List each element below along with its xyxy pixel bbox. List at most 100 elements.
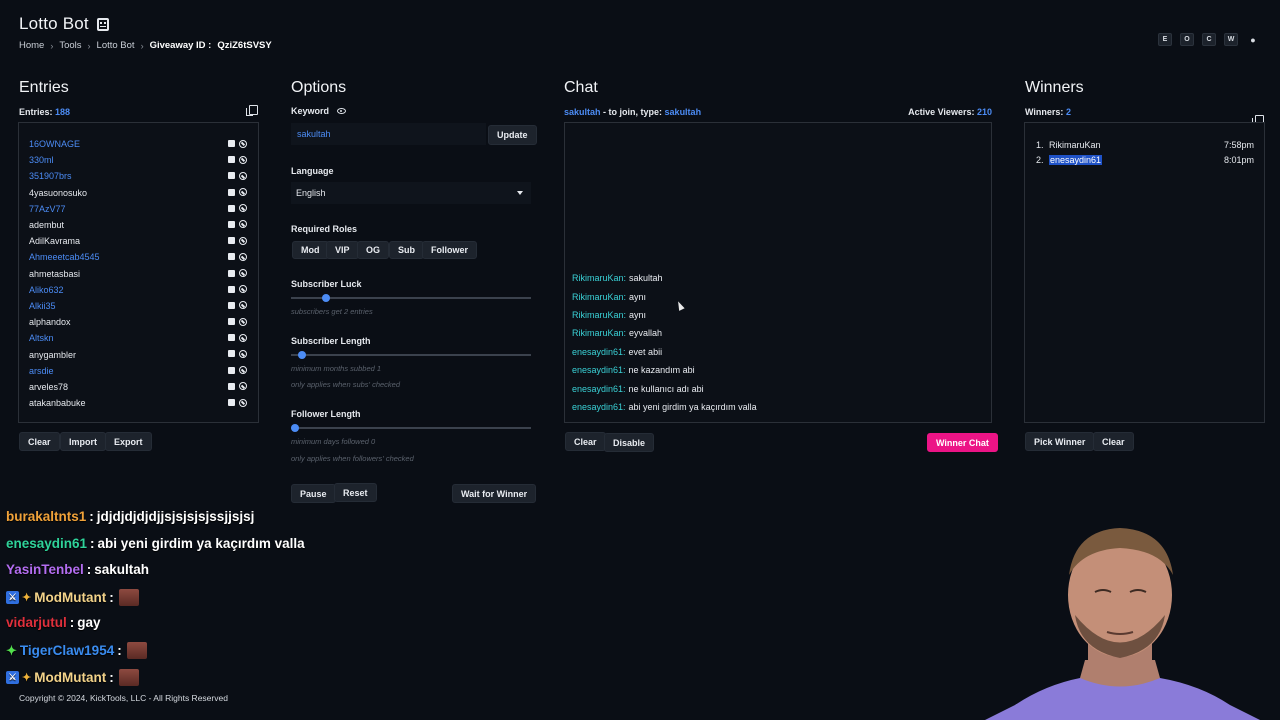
checkbox-icon[interactable] [228,253,235,261]
ban-icon[interactable] [239,333,247,342]
overlay-text: jdjdjdjdjdjjsjsjsjsjssjjsjsj [96,509,255,524]
chat-username[interactable]: enesaydin61: [572,347,626,357]
keyword-input[interactable]: sakultah [291,123,486,145]
breadcrumb-tools[interactable]: Tools [59,40,81,51]
chat-text: abi yeni girdim ya kaçırdım valla [628,401,757,412]
checkbox-icon[interactable] [228,350,235,358]
subscriber-length-slider[interactable] [291,351,531,359]
winners-count-label: Winners: [1025,107,1064,117]
join-text: - to join, type: [603,107,663,117]
chat-username[interactable]: enesaydin61: [572,402,626,412]
w-icon[interactable]: W [1224,33,1238,46]
entry-name: AdilKavrama [29,236,81,247]
chat-message: enesaydin61: abi yeni girdim ya kaçırdım … [572,398,757,416]
winner-name[interactable]: RikimaruKan [1049,140,1101,150]
ban-icon[interactable] [239,188,247,197]
entries-export-button[interactable]: Export [105,432,152,451]
checkbox-icon[interactable] [228,269,235,277]
chat-username[interactable]: enesaydin61: [572,384,626,394]
checkbox-icon[interactable] [228,204,235,212]
entry-name: ahmetasbasi [29,268,81,279]
entries-import-button[interactable]: Import [60,432,106,451]
chat-box[interactable]: RikimaruKan: sakultah RikimaruKan: aynı Riki… [564,122,992,423]
ban-icon[interactable] [239,398,247,407]
chat-username[interactable]: RikimaruKan: [572,273,626,283]
checkbox-icon[interactable] [228,156,235,164]
ban-icon[interactable] [239,155,247,164]
checkbox-icon[interactable] [228,220,235,228]
subscriber-luck-slider[interactable] [291,294,531,302]
subscriber-length-hint-2: only applies when subs' checked [291,380,400,389]
winners-clear-button[interactable]: Clear [1093,432,1134,451]
ban-icon[interactable] [239,317,247,326]
entry-row: alphandox [29,314,258,330]
role-mod-button[interactable]: Mod [292,241,329,259]
checkbox-icon[interactable] [228,188,235,196]
breadcrumb-lotto-bot[interactable]: Lotto Bot [97,40,135,51]
overlay-username: vidarjutul [6,615,67,631]
pause-button[interactable]: Pause [291,484,336,503]
ban-icon[interactable] [239,349,247,358]
chat-username[interactable]: RikimaruKan: [572,328,626,338]
checkbox-icon[interactable] [228,301,235,309]
entry-row: atakanbabuke [29,395,258,411]
entry-name: 330ml [29,155,54,166]
role-vip-button[interactable]: VIP [326,241,359,259]
slider-handle[interactable] [298,351,307,359]
follower-length-slider[interactable] [291,424,531,432]
winner-chat-button[interactable]: Winner Chat [927,433,998,452]
overlay-chat-line: burakaltnts1: jdjdjdjdjdjjsjsjsjsjssjjsjs… [6,509,254,524]
slider-handle[interactable] [322,294,331,302]
role-follower-button[interactable]: Follower [422,241,478,259]
chat-message: enesaydin61: ne kazandım abi [572,361,757,379]
chevron-down-icon [517,191,523,195]
emote-icon [118,588,139,606]
breadcrumb-home[interactable]: Home [19,40,44,51]
role-og-button[interactable]: OG [357,241,390,259]
checkbox-icon[interactable] [228,285,235,293]
chat-disable-button[interactable]: Disable [604,433,655,452]
ban-icon[interactable] [239,139,247,148]
language-label: Language [291,166,334,176]
overlay-text: sakultah [94,562,150,578]
ban-icon[interactable] [239,236,247,245]
options-title: Options [291,79,347,96]
eye-icon[interactable] [337,108,347,114]
join-user: sakultah [564,107,601,117]
checkbox-icon[interactable] [228,318,235,326]
ban-icon[interactable] [239,269,247,277]
winner-name[interactable]: enesaydin61 [1049,155,1103,166]
checkbox-icon[interactable] [228,366,235,374]
checkbox-icon[interactable] [228,140,235,147]
e-icon[interactable]: E [1158,33,1172,46]
chat-clear-button[interactable]: Clear [565,432,606,451]
keyword-update-button[interactable]: Update [488,125,537,145]
chat-username[interactable]: enesaydin61: [572,365,626,375]
status-dot-icon[interactable]: ● [1246,33,1260,46]
chat-username[interactable]: RikimaruKan: [572,310,626,320]
entries-list[interactable]: 16OWNAGE 330ml 351907brs 4yasuonosuko 77AzV7… [18,122,259,423]
app-title-text: Lotto Bot [19,14,89,33]
reset-button[interactable]: Reset [334,483,377,502]
overlay-username: burakaltnts1 [6,509,87,524]
wait-for-winner-button[interactable]: Wait for Winner [452,484,537,503]
checkbox-icon[interactable] [228,334,235,342]
chat-username[interactable]: RikimaruKan: [572,292,626,302]
checkbox-icon[interactable] [228,237,235,245]
copy-icon[interactable] [246,105,258,116]
entry-name: Ahmeeetcab4545 [29,252,100,263]
pick-winner-button[interactable]: Pick Winner [1025,432,1095,451]
active-viewers-label: Active Viewers: [908,107,975,117]
footer-copyright: Copyright © 2024, KickTools, LLC - All R… [19,693,228,703]
entries-clear-button[interactable]: Clear [19,432,60,451]
checkbox-icon[interactable] [228,382,235,390]
checkbox-icon[interactable] [228,172,235,180]
slider-handle[interactable] [291,424,299,432]
language-select[interactable]: English [291,182,531,204]
role-sub-button[interactable]: Sub [389,241,424,259]
ban-icon[interactable] [239,171,247,180]
checkbox-icon[interactable] [228,399,235,406]
c-icon[interactable]: C [1202,33,1216,46]
ban-icon[interactable] [239,252,247,261]
o-icon[interactable]: O [1180,33,1194,46]
